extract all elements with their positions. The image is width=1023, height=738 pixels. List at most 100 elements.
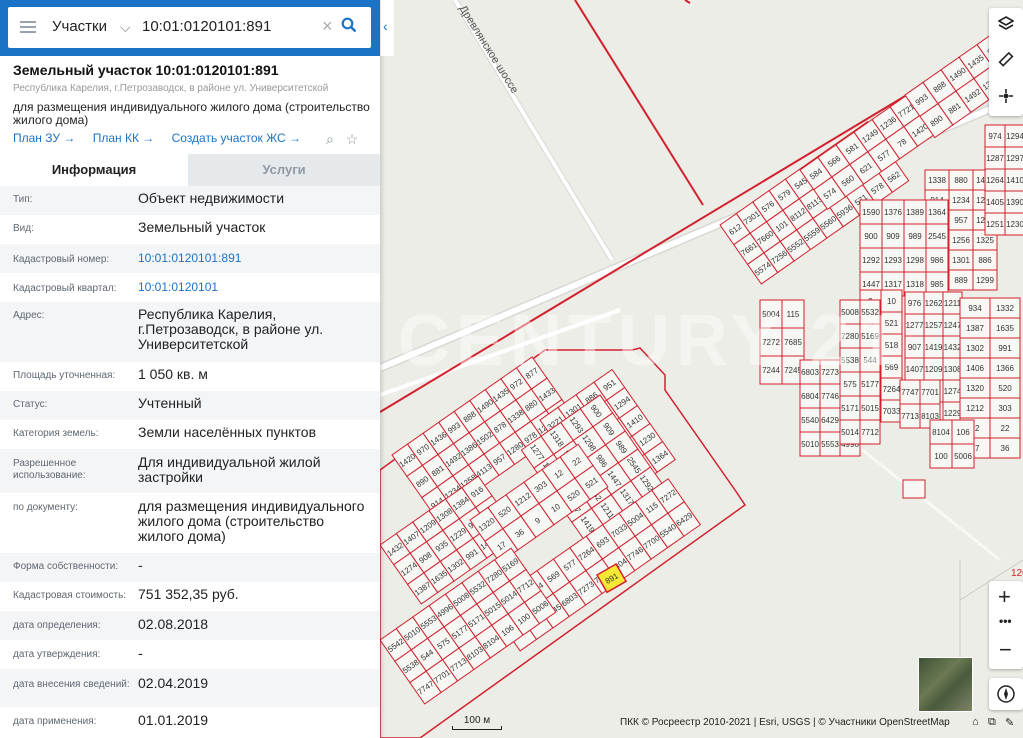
info-row-value: Республика Карелия, г.Петрозаводск, в ра… [138, 306, 324, 352]
parcel-label: 880 [954, 176, 968, 185]
search-input[interactable]: 10:01:0120101:891 [142, 18, 271, 35]
info-row-label: дата определения: [13, 620, 101, 631]
parcel-label: 985 [930, 280, 944, 289]
parcel-label: 1387 [966, 324, 984, 333]
parcel-label: 5553 [821, 440, 839, 449]
parcel-label: 1234 [952, 196, 970, 205]
zoom-out-button[interactable]: − [999, 637, 1012, 663]
parcel-label: 6429 [821, 416, 839, 425]
more-icon[interactable]: ••• [999, 614, 1012, 628]
parcel-label: 1302 [966, 344, 984, 353]
locate-icon[interactable] [998, 88, 1014, 109]
plan-kk-link[interactable]: План КК → [93, 131, 155, 145]
parcel-label: 907 [908, 343, 922, 352]
info-row-label: Статус: [13, 399, 48, 410]
parcel-label: 909 [886, 232, 900, 241]
measure-small-icon[interactable]: ✎ [1005, 716, 1014, 729]
menu-icon[interactable] [20, 21, 36, 33]
info-row: Кадастровый квартал: 10:01:0120101 [0, 273, 380, 302]
info-row-value[interactable]: 10:01:0120101 [138, 280, 368, 295]
tab-services[interactable]: Услуги [188, 154, 380, 186]
parcel-label: 900 [864, 232, 878, 241]
clear-icon[interactable]: × [322, 16, 333, 37]
parcel-label: 1292 [862, 256, 880, 265]
info-row-value[interactable]: 10:01:0120101:891 [138, 251, 368, 266]
tabs: Информация Услуги [0, 154, 380, 188]
parcel-label: 7701 [921, 388, 939, 397]
star-icon[interactable]: ☆ [346, 131, 359, 147]
info-row-value: 01.01.2019 [138, 712, 209, 728]
parcel[interactable] [902, 479, 926, 499]
parcel-label: 106 [956, 428, 970, 437]
info-row: дата внесения сведений: 02.04.2019 [0, 669, 380, 707]
parcel-label: 303 [998, 404, 1012, 413]
parcel-label: 1209 [925, 365, 943, 374]
parcel-label: 1332 [996, 304, 1014, 313]
parcel-label: 1447 [862, 280, 880, 289]
info-row-value: Земли населённых пунктов [138, 424, 317, 440]
ruler-icon[interactable] [998, 51, 1014, 73]
parcel-label: 976 [908, 299, 922, 308]
info-row: дата определения: 02.08.2018 [0, 611, 380, 640]
parcel-label: 1364 [928, 208, 946, 217]
parcel-label: 1405 [986, 198, 1004, 207]
info-row-value: Объект недвижимости [138, 190, 285, 206]
parcel-label: 7713 [901, 412, 919, 421]
info-row: дата применения: 01.01.2019 [0, 707, 380, 736]
info-row-value: для размещения индивидуального жилого до… [138, 498, 365, 544]
info-row: Категория земель: Земли населённых пункто… [0, 420, 380, 449]
search-box: Участки ⌵ 10:01:0120101:891 × [8, 7, 371, 48]
parcel-label: 1274 [944, 387, 962, 396]
info-row-label: Кадастровая стоимость: [13, 590, 127, 601]
create-plot-link[interactable]: Создать участок ЖС → [172, 131, 301, 145]
basemap-switcher[interactable] [918, 657, 973, 712]
parcel-label: 1251 [986, 220, 1004, 229]
parcel-label: 1294 [1006, 132, 1023, 141]
parcel-label: 1262 [925, 299, 943, 308]
info-row-value: 02.08.2018 [138, 616, 209, 632]
parcel-label: 889 [954, 276, 968, 285]
compass-button[interactable] [989, 678, 1023, 710]
home-icon[interactable]: ⌂ [972, 716, 979, 728]
parcel-label: 5010 [801, 440, 819, 449]
zoom-in-button[interactable]: + [998, 584, 1011, 610]
parcel-label: 7712 [861, 428, 879, 437]
parcel-label: 886 [978, 256, 992, 265]
parcel-label: 6804 [801, 392, 819, 401]
header-actions: ⌕ ☆ [326, 131, 358, 148]
search-type-select[interactable]: Участки [52, 18, 107, 35]
parcel-label: 7747 [901, 388, 919, 397]
chevron-down-icon[interactable]: ⌵ [120, 19, 131, 36]
info-row-label: Вид: [13, 223, 34, 234]
search-icon[interactable] [341, 17, 357, 38]
parcel-label: 1230 [1006, 220, 1023, 229]
info-row-label: дата утверждения: [13, 649, 101, 660]
parcel-label: 1264 [986, 176, 1004, 185]
parcel-label: 1366 [996, 364, 1014, 373]
parcel-label: 1406 [966, 364, 984, 373]
object-purpose: для размещения индивидуального жилого до… [13, 100, 370, 127]
attribution: ПКК © Росреестр 2010-2021 | Esri, USGS |… [620, 717, 950, 728]
info-row-value: Земельный участок [138, 219, 266, 235]
parcel-label: 1211 [944, 299, 962, 308]
screenshot-icon[interactable]: ⧉ [988, 716, 996, 729]
parcel-label: 1390 [1006, 198, 1023, 207]
parcel-label: 989 [908, 232, 922, 241]
parcel-label: 1317 [884, 280, 902, 289]
info-row-label: Кадастровый квартал: [13, 283, 117, 294]
parcel-label: 7033 [883, 407, 901, 416]
info-row-value: - [138, 645, 143, 661]
parcel-label: 22 [1001, 424, 1010, 433]
parcel-label: 1301 [952, 256, 970, 265]
tab-info[interactable]: Информация [0, 154, 188, 188]
plan-zu-link[interactable]: План ЗУ → [13, 131, 75, 145]
scale-label: 100 м [463, 715, 491, 726]
collapse-panel-button[interactable]: ‹ [380, 0, 394, 56]
search-doc-icon[interactable]: ⌕ [326, 131, 334, 147]
search-bar: Участки ⌵ 10:01:0120101:891 × [0, 0, 380, 56]
layers-icon[interactable] [997, 16, 1015, 37]
parcel-label: 1257 [925, 321, 943, 330]
info-row-label: дата применения: [13, 716, 97, 727]
parcel-label: 1320 [966, 384, 984, 393]
parcel-label: 1256 [952, 236, 970, 245]
